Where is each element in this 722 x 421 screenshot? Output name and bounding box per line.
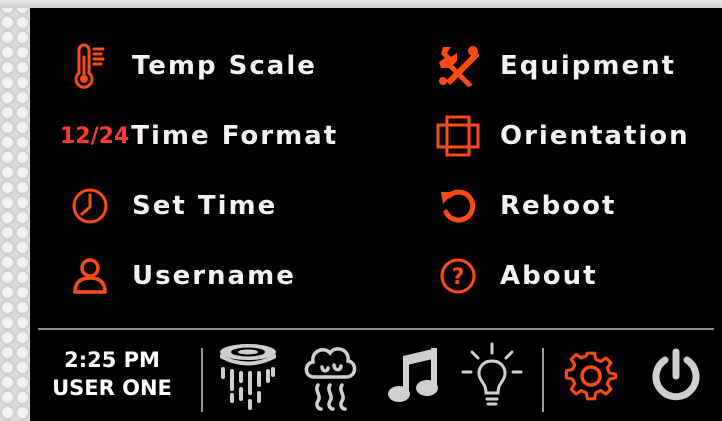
power-icon	[648, 348, 704, 408]
user-icon	[62, 251, 118, 301]
svg-text:?: ?	[452, 265, 465, 290]
menu-item-temp-scale[interactable]: Temp Scale	[62, 41, 317, 91]
menu-item-label: Set Time	[132, 191, 278, 221]
12-24-badge: 12/24	[60, 123, 130, 149]
music-icon	[387, 348, 439, 408]
status-block: 2:25 PM USER ONE	[38, 346, 186, 402]
tab-power[interactable]	[640, 342, 712, 414]
help-icon: ?	[430, 251, 486, 301]
steam-icon	[300, 341, 360, 415]
menu-item-time-format[interactable]: 12/24 Time Format	[60, 111, 338, 161]
divider	[542, 348, 544, 412]
tab-shower[interactable]	[214, 342, 282, 414]
menu-item-label: Username	[132, 261, 296, 291]
menu-item-label: Time Format	[131, 121, 339, 151]
textured-background	[0, 0, 30, 421]
shower-icon	[217, 341, 279, 415]
menu-item-orientation[interactable]: Orientation	[430, 111, 690, 161]
tools-icon	[430, 41, 486, 91]
menu-item-reboot[interactable]: Reboot	[430, 181, 616, 231]
top-edge-background	[0, 0, 722, 8]
menu-item-about[interactable]: ? About	[430, 251, 598, 301]
menu-item-label: Equipment	[500, 51, 677, 81]
tab-music[interactable]	[378, 342, 448, 414]
menu-item-label: Reboot	[500, 191, 617, 221]
clock-readout: 2:25 PM	[64, 348, 160, 372]
clock-icon	[62, 181, 118, 231]
divider	[38, 328, 714, 330]
menu-item-label: Temp Scale	[132, 51, 317, 81]
tab-light[interactable]	[454, 340, 530, 416]
menu-item-username[interactable]: Username	[62, 251, 296, 301]
reboot-icon	[430, 181, 486, 231]
menu-item-equipment[interactable]: Equipment	[430, 41, 676, 91]
settings-panel: Temp Scale 12/24 Time Format Set Time Us…	[30, 8, 722, 421]
tab-settings[interactable]	[556, 342, 626, 414]
thermometer-icon	[62, 41, 118, 91]
menu-item-set-time[interactable]: Set Time	[62, 181, 277, 231]
orientation-icon	[430, 111, 486, 161]
menu-item-label: Orientation	[500, 121, 690, 151]
user-name: USER ONE	[52, 376, 172, 400]
menu-item-label: About	[500, 261, 598, 291]
divider	[201, 348, 203, 412]
settings-gear-icon	[564, 349, 618, 407]
light-icon	[459, 341, 525, 415]
tab-steam[interactable]	[294, 342, 366, 414]
